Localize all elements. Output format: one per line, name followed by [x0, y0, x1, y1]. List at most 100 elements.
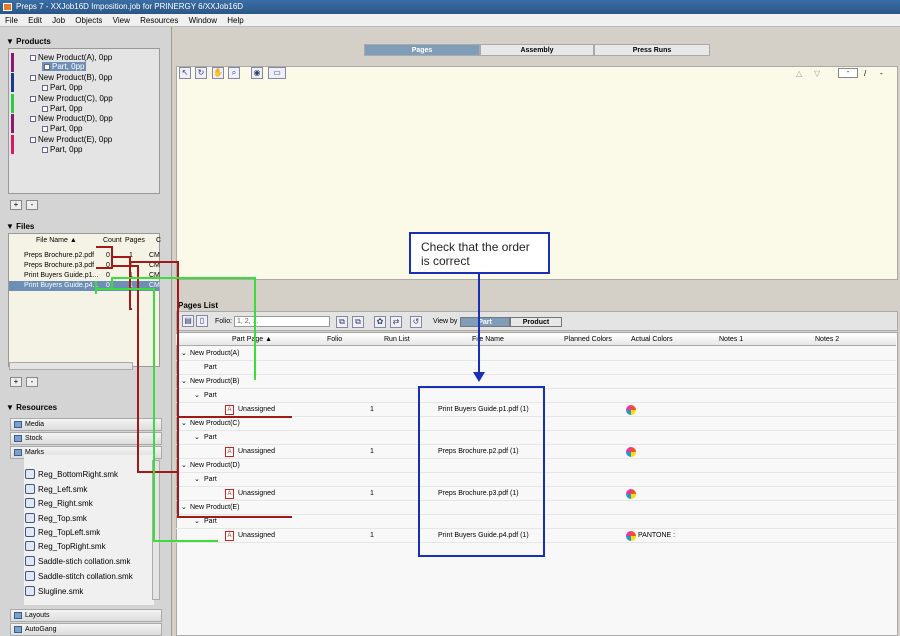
files-col-filename[interactable]: File Name ▲: [36, 237, 77, 244]
product-color-bar: [11, 73, 14, 92]
unassign-pages-icon[interactable]: ⧉: [352, 316, 364, 328]
colors-icon[interactable]: ✿: [374, 316, 386, 328]
zoom-icon[interactable]: ⌕: [228, 67, 240, 79]
menu-objects[interactable]: Objects: [75, 16, 102, 25]
product-c-part-row[interactable]: Part, 0pp: [42, 104, 82, 113]
resources-section-header[interactable]: ▼ Resources: [6, 403, 57, 412]
actual-colors-value: PANTONE :: [638, 532, 676, 539]
page-total: -: [880, 69, 883, 78]
product-e-label: New Product(E), 0pp: [38, 135, 113, 144]
mark-item[interactable]: Reg_TopLeft.smk: [25, 526, 101, 539]
product-icon: [30, 115, 36, 122]
product-icon: [30, 54, 36, 61]
menu-resources[interactable]: Resources: [140, 16, 178, 25]
folio-input[interactable]: 1, 2, ...: [234, 316, 330, 327]
remove-file-button[interactable]: -: [26, 377, 38, 387]
col-planned-colors[interactable]: Planned Colors: [564, 336, 612, 343]
menu-view[interactable]: View: [113, 16, 130, 25]
tab-pages[interactable]: Pages: [364, 44, 480, 56]
product-c-row[interactable]: New Product(C), 0pp: [11, 94, 113, 113]
files-col-pages[interactable]: Pages: [125, 237, 145, 244]
menu-file[interactable]: File: [5, 16, 18, 25]
resource-layouts[interactable]: Layouts: [10, 609, 162, 622]
ruler-icon[interactable]: ▭: [268, 67, 286, 79]
file-count: 0: [106, 282, 110, 289]
file-row[interactable]: Preps Brochure.p3.pdf 0 1 CM: [9, 261, 160, 271]
refresh-icon[interactable]: ↺: [410, 316, 422, 328]
add-file-button[interactable]: +: [10, 377, 22, 387]
product-d-part-row[interactable]: Part, 0pp: [42, 124, 82, 133]
collapse-triangle-icon: ▼: [6, 403, 17, 412]
files-horizontal-scrollbar[interactable]: [9, 362, 133, 370]
resource-media[interactable]: Media: [10, 418, 162, 431]
view-icon[interactable]: ◉: [251, 67, 263, 79]
mark-item[interactable]: Slugline.smk: [25, 585, 83, 598]
run-list-value: 1: [370, 532, 374, 539]
products-section-header[interactable]: ▼ Products: [6, 37, 51, 46]
file-row[interactable]: Preps Brochure.p2.pdf 0 1 CM: [9, 251, 160, 261]
mark-label: Reg_Right.smk: [38, 499, 93, 508]
col-actual-colors[interactable]: Actual Colors: [631, 336, 673, 343]
marks-vertical-scrollbar[interactable]: [152, 460, 160, 600]
pages-list-title: Pages List: [178, 301, 219, 310]
col-file-name[interactable]: File Name: [472, 336, 504, 343]
next-page-icon[interactable]: ▽: [814, 69, 820, 78]
view-by-part-button[interactable]: Part: [460, 317, 510, 327]
rotate-icon[interactable]: ↻: [195, 67, 207, 79]
assign-pages-icon[interactable]: ⧉: [336, 316, 348, 328]
mark-item[interactable]: Saddle-stich collation.smk: [25, 555, 130, 568]
tab-assembly[interactable]: Assembly: [480, 44, 594, 56]
menu-edit[interactable]: Edit: [28, 16, 42, 25]
product-b-part-row[interactable]: Part, 0pp: [42, 83, 82, 92]
resource-autogang[interactable]: AutoGang: [10, 623, 162, 636]
part-group-row[interactable]: Part: [176, 361, 896, 375]
select-arrow-icon[interactable]: ↖: [179, 67, 191, 79]
remove-product-button[interactable]: -: [26, 200, 38, 210]
mark-item[interactable]: Reg_Right.smk: [25, 497, 93, 510]
resource-stock[interactable]: Stock: [10, 432, 162, 445]
product-e-row[interactable]: New Product(E), 0pp: [11, 135, 113, 154]
previous-page-icon[interactable]: △: [796, 69, 802, 78]
col-part-page[interactable]: Part Page ▲: [232, 336, 272, 343]
mark-item[interactable]: Saddle-stitch collation.smk: [25, 570, 133, 583]
page-swap-icon[interactable]: ⇄: [390, 316, 402, 328]
stock-icon: [14, 435, 22, 442]
mark-item[interactable]: Reg_BottomRight.smk: [25, 468, 118, 481]
product-a-part-row[interactable]: Part, 0pp: [42, 62, 87, 71]
menu-window[interactable]: Window: [189, 16, 217, 25]
files-title: Files: [16, 222, 35, 231]
product-e-part-row[interactable]: Part, 0pp: [42, 145, 82, 154]
col-folio[interactable]: Folio: [327, 336, 342, 343]
files-col-count[interactable]: Count: [103, 237, 122, 244]
add-product-button[interactable]: +: [10, 200, 22, 210]
product-d-row[interactable]: New Product(D), 0pp: [11, 114, 113, 133]
view-by-product-button[interactable]: Product: [510, 317, 562, 327]
new-page-icon[interactable]: ▯: [196, 315, 208, 327]
row-label: New Product(A): [190, 350, 240, 357]
product-a-row[interactable]: New Product(A), 0pp: [11, 53, 112, 72]
files-section-header[interactable]: ▼ Files: [6, 222, 34, 231]
callout-line-2: is correct: [421, 254, 470, 268]
mark-item[interactable]: Reg_Left.smk: [25, 483, 87, 496]
resource-label: Stock: [25, 435, 43, 442]
tab-press-runs[interactable]: Press Runs: [594, 44, 710, 56]
file-row-selected[interactable]: Print Buyers Guide.p4... 0 1 CM: [9, 281, 160, 291]
files-col-c[interactable]: C: [156, 237, 161, 244]
product-group-row[interactable]: ⌄ New Product(A): [176, 347, 896, 361]
window-title: Preps 7 - XXJob16D Imposition.job for PR…: [16, 2, 244, 11]
page-number-input[interactable]: -: [838, 68, 858, 78]
col-run-list[interactable]: Run List: [384, 336, 410, 343]
col-notes-1[interactable]: Notes 1: [719, 336, 743, 343]
page-layout-icon[interactable]: ▤: [182, 315, 194, 327]
file-pages: 1: [129, 262, 133, 269]
col-notes-2[interactable]: Notes 2: [815, 336, 839, 343]
menu-help[interactable]: Help: [227, 16, 243, 25]
file-row[interactable]: Print Buyers Guide.p1... 0 1 CM: [9, 271, 160, 281]
mark-label: Reg_TopLeft.smk: [38, 528, 101, 537]
menu-job[interactable]: Job: [52, 16, 65, 25]
file-colors: CM: [149, 252, 160, 259]
mark-item[interactable]: Reg_Top.smk: [25, 512, 87, 525]
hand-pan-icon[interactable]: ✋: [212, 67, 224, 79]
product-b-row[interactable]: New Product(B), 0pp: [11, 73, 112, 92]
mark-item[interactable]: Reg_TopRight.smk: [25, 540, 106, 553]
